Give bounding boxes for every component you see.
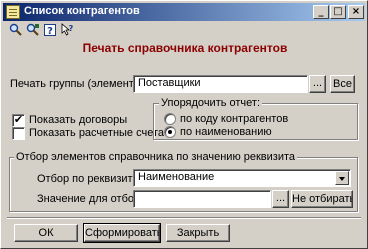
show-accounts-label: Показать расчетные счета [29,127,164,139]
footer-divider [7,217,361,219]
filter-group-title: Отбор элементов справочника по значению … [14,151,298,163]
sort-by-name-label: по наименованию [180,126,272,138]
search-next-icon[interactable] [26,23,40,37]
group-input[interactable]: Поставщики [133,75,308,93]
filter-attribute-value: Наименование [138,171,215,183]
close-button[interactable]: × [348,5,364,19]
document-list-icon [6,5,20,19]
group-select-button[interactable]: ... [309,75,326,93]
ok-button[interactable]: ОК [14,224,78,242]
filter-value-select-button[interactable]: ... [272,190,289,208]
maximize-button[interactable]: □ [330,5,346,19]
what-is-icon[interactable]: ? [60,23,74,37]
report-heading: Печать справочника контрагентов [82,41,288,55]
sort-group-title: Упорядочить отчет: [159,97,263,109]
show-contracts-checkbox[interactable]: ✔ [12,114,25,127]
close-dialog-button[interactable]: Закрыть [166,224,230,242]
title-bar[interactable]: Список контрагентов _ □ × [3,3,365,21]
show-contracts-label: Показать договоры [29,114,128,126]
chevron-down-icon[interactable] [335,171,349,185]
svg-text:?: ? [47,26,53,37]
help-icon[interactable]: ? [43,23,57,37]
filter-attribute-dropdown[interactable]: Наименование [133,169,351,187]
sort-by-code-label: по коду контрагентов [180,113,289,125]
sort-by-name-radio[interactable] [164,126,176,138]
sort-by-code-radio[interactable] [164,113,176,125]
window-title: Список контрагентов [24,5,140,17]
report-window: Список контрагентов _ □ × ? ? Печать спр… [0,0,368,249]
filter-attribute-label: Отбор по реквизиту: [37,173,142,185]
group-label: Печать группы (элемента): [10,78,147,90]
all-button[interactable]: Все [330,75,355,93]
svg-text:?: ? [69,24,74,33]
build-report-button[interactable]: Сформировать [83,223,161,243]
filter-value-input[interactable] [133,190,271,208]
clear-filter-button[interactable]: Не отбирать [291,190,353,208]
show-accounts-checkbox[interactable] [12,127,25,140]
search-icon[interactable] [9,23,23,37]
minimize-button[interactable]: _ [313,5,329,19]
